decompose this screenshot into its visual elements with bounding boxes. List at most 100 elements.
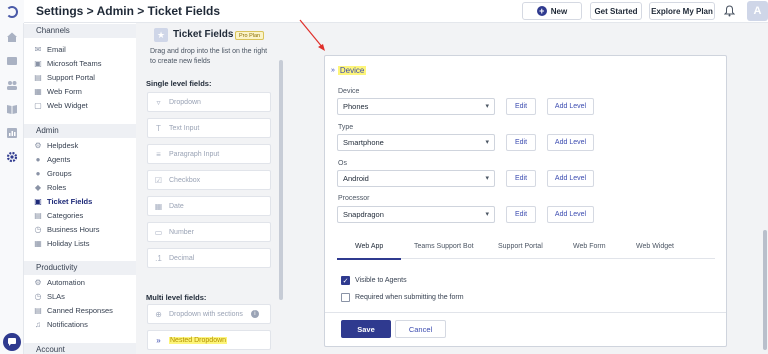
chat-bubble-icon[interactable]: [3, 333, 21, 351]
palette-header: ★ Ticket Fields Pro Plan: [140, 23, 288, 45]
nav-item-business-hours[interactable]: ◷ Business Hours: [34, 223, 100, 236]
select-value: Snapdragon: [343, 210, 384, 219]
card-title[interactable]: » Device: [331, 66, 367, 75]
avatar[interactable]: A: [747, 1, 768, 21]
level-select-processor[interactable]: Snapdragon ▾: [337, 206, 495, 223]
bell-icon[interactable]: [722, 4, 736, 18]
double-chevron-icon: »: [331, 67, 335, 74]
select-value: Phones: [343, 102, 369, 111]
palette-description: Drag and drop into the list on the right…: [150, 48, 268, 65]
save-button[interactable]: Save: [341, 320, 391, 338]
nav-item-microsoft-teams[interactable]: ▣ Microsoft Teams: [34, 57, 101, 70]
nav-item-web-widget[interactable]: ▢ Web Widget: [34, 99, 88, 112]
cancel-button[interactable]: Cancel: [395, 320, 446, 338]
nav-item-label: Ticket Fields: [47, 197, 93, 206]
main-scrollbar[interactable]: [763, 230, 767, 350]
field-text-input[interactable]: T Text Input: [147, 118, 271, 138]
palette-list: Drag and drop into the list on the right…: [146, 45, 276, 354]
info-icon[interactable]: i: [250, 310, 259, 318]
required-row[interactable]: Required when submitting the form: [341, 293, 464, 302]
add-level-button[interactable]: Add Level: [547, 206, 594, 223]
level-select-device[interactable]: Phones ▾: [337, 98, 495, 115]
field-nested-dropdown[interactable]: » Nested Dropdown: [147, 330, 271, 350]
settings-gear-icon[interactable]: [6, 151, 18, 163]
chevron-down-icon: ▾: [485, 211, 489, 218]
tab-support-portal[interactable]: Support Portal: [498, 243, 543, 250]
field-number[interactable]: ▭ Number: [147, 222, 271, 242]
text-icon: T: [156, 123, 161, 133]
edit-button[interactable]: Edit: [506, 170, 536, 187]
nav-item-agents[interactable]: ● Agents: [34, 153, 71, 166]
nav-item-categories[interactable]: ▤ Categories: [34, 209, 83, 222]
automation-icon: ⚙: [34, 277, 42, 287]
level-select-os[interactable]: Android ▾: [337, 170, 495, 187]
nav-item-label: Business Hours: [47, 225, 100, 234]
nav-item-label: Canned Responses: [47, 306, 113, 315]
visible-to-agents-row[interactable]: ✓ Visible to Agents: [341, 276, 407, 285]
teams-icon: ▣: [34, 58, 42, 68]
required-label: Required when submitting the form: [355, 294, 464, 301]
new-button[interactable]: + New: [522, 2, 582, 20]
ticket-fields-icon: ▣: [34, 196, 42, 206]
knowledge-base-icon[interactable]: [6, 103, 18, 115]
nav-item-ticket-fields[interactable]: ▣ Ticket Fields: [34, 195, 92, 208]
nav-item-canned-responses[interactable]: ▤ Canned Responses: [34, 304, 113, 317]
nav-section-channels: Channels: [24, 24, 136, 38]
nav-item-holiday-lists[interactable]: ▦ Holiday Lists: [34, 237, 89, 250]
nav-item-support-portal[interactable]: ▤ Support Portal: [34, 71, 95, 84]
nav-item-label: Groups: [47, 169, 72, 178]
nav-item-helpdesk[interactable]: ⚙ Helpdesk: [34, 139, 78, 152]
channel-tabs: Web App Teams Support Bot Support Portal…: [337, 239, 715, 259]
clock-icon: ◷: [34, 224, 42, 234]
tab-web-form[interactable]: Web Form: [573, 243, 606, 250]
email-icon: ✉: [34, 44, 42, 54]
add-level-button[interactable]: Add Level: [547, 98, 594, 115]
edit-button[interactable]: Edit: [506, 206, 536, 223]
reports-icon[interactable]: [6, 127, 18, 139]
nav-item-label: Support Portal: [47, 73, 95, 82]
nav-item-label: Web Widget: [47, 101, 88, 110]
level-label-type: Type: [338, 124, 354, 131]
tickets-icon[interactable]: [6, 55, 18, 67]
nav-item-label: Categories: [47, 211, 84, 220]
field-date[interactable]: ▦ Date: [147, 196, 271, 216]
annotation-arrow-icon: [299, 19, 325, 51]
add-level-button[interactable]: Add Level: [547, 134, 594, 151]
palette-scrollbar[interactable]: [279, 60, 283, 300]
nav-item-label: Agents: [47, 155, 71, 164]
helpdesk-icon: ⚙: [34, 140, 42, 150]
nav-item-label: Web Form: [47, 87, 82, 96]
tab-web-app[interactable]: Web App: [355, 243, 383, 250]
home-icon[interactable]: [6, 31, 18, 43]
field-dropdown[interactable]: ▿ Dropdown: [147, 92, 271, 112]
edit-button[interactable]: Edit: [506, 134, 536, 151]
explore-plan-button[interactable]: Explore My Plan: [649, 2, 715, 20]
nav-item-label: Microsoft Teams: [47, 59, 102, 68]
tab-web-widget[interactable]: Web Widget: [636, 243, 674, 250]
nav-item-slas[interactable]: ◷ SLAs: [34, 290, 65, 303]
nav-item-groups[interactable]: ● Groups: [34, 167, 72, 180]
nav-item-roles[interactable]: ◆ Roles: [34, 181, 66, 194]
nav-item-web-form[interactable]: ▦ Web Form: [34, 85, 82, 98]
field-checkbox[interactable]: ☑ Checkbox: [147, 170, 271, 190]
nav-item-notifications[interactable]: ♫ Notifications: [34, 318, 88, 331]
footer-divider: [325, 312, 726, 313]
field-decimal[interactable]: .1 Decimal: [147, 248, 271, 268]
field-paragraph-input[interactable]: ≡ Paragraph Input: [147, 144, 271, 164]
edit-button[interactable]: Edit: [506, 98, 536, 115]
level-select-type[interactable]: Smartphone ▾: [337, 134, 495, 151]
get-started-button[interactable]: Get Started: [590, 2, 642, 20]
tab-teams-support-bot[interactable]: Teams Support Bot: [414, 243, 474, 250]
nav-item-email[interactable]: ✉ Email: [34, 43, 66, 56]
contacts-icon[interactable]: [6, 79, 18, 91]
visible-to-agents-checkbox[interactable]: ✓: [341, 276, 350, 285]
nav-section-admin: Admin: [24, 124, 136, 138]
portal-icon: ▤: [34, 72, 42, 82]
nav-item-automation[interactable]: ⚙ Automation: [34, 276, 85, 289]
required-checkbox[interactable]: [341, 293, 350, 302]
categories-icon: ▤: [34, 210, 42, 220]
add-level-button[interactable]: Add Level: [547, 170, 594, 187]
notifications-icon: ♫: [35, 319, 41, 329]
app-logo[interactable]: [0, 0, 24, 23]
field-dropdown-with-sections[interactable]: ⊕ Dropdown with sections i: [147, 304, 271, 324]
